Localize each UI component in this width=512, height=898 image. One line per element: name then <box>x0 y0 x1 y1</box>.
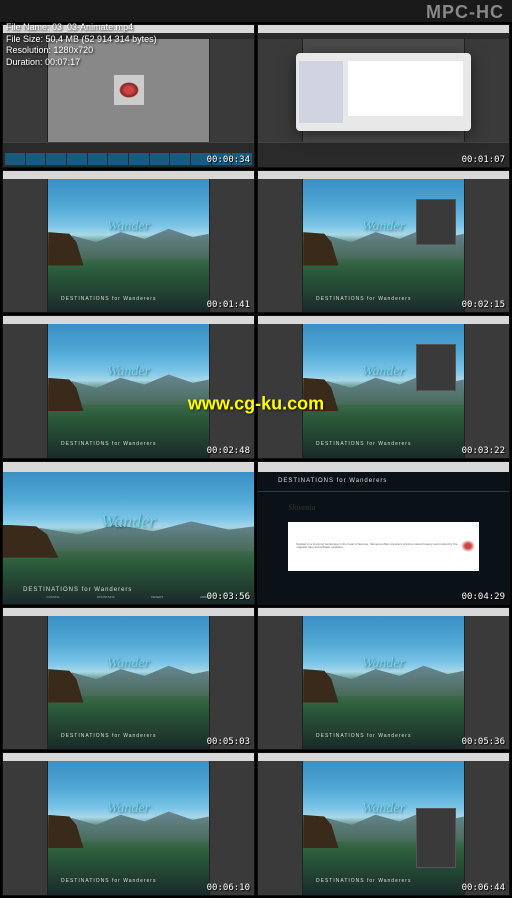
hero-title: Wander <box>101 511 156 532</box>
timestamp: 00:01:41 <box>207 300 250 310</box>
nav-item: MOUNTAINS <box>97 595 115 601</box>
browser-toolbar <box>258 462 509 472</box>
filename-value: 03_03-Animate.mp4 <box>52 22 133 32</box>
player-logo: MPC-HC <box>426 2 504 23</box>
thumbnail-7[interactable]: Wander DESTINATIONS for Wanderers COASTA… <box>2 461 255 605</box>
timestamp: 00:02:48 <box>207 446 250 456</box>
resolution-value: 1280x720 <box>54 45 94 55</box>
destinations-label: DESTINATIONS for Wanderers <box>23 587 132 593</box>
file-info-overlay: File Name: 03_03-Animate.mp4 File Size: … <box>6 22 157 69</box>
destinations-label: DESTINATIONS for Wanderers <box>61 878 156 884</box>
thumbnail-5[interactable]: Wander DESTINATIONS for Wanderers 00:02:… <box>2 315 255 459</box>
hero-title: Wander <box>107 801 150 817</box>
filename-label: File Name: <box>6 22 50 32</box>
filesize-value: 50,4 MB (52 914 314 bytes) <box>46 34 157 44</box>
butterfly-icon <box>119 82 139 98</box>
hero-title: Wander <box>107 219 150 235</box>
hero-title: Wander <box>362 364 405 380</box>
destinations-label: DESTINATIONS for Wanderers <box>61 296 156 302</box>
hero-title: Wander <box>107 656 150 672</box>
resolution-label: Resolution: <box>6 45 51 55</box>
hero-title: Wander <box>362 801 405 817</box>
thumbnail-2[interactable]: 00:01:07 <box>257 24 510 168</box>
destinations-label: DESTINATIONS for Wanderers <box>316 441 411 447</box>
filesize-label: File Size: <box>6 34 43 44</box>
thumbnail-8[interactable]: DESTINATIONS for Wanderers Slovenia Nest… <box>257 461 510 605</box>
thumbnail-12[interactable]: Wander DESTINATIONS for Wanderers 00:06:… <box>257 752 510 896</box>
hero-title: Wander <box>362 656 405 672</box>
timestamp: 00:00:34 <box>207 155 250 165</box>
properties-panel <box>416 808 456 868</box>
slovenia-heading: Slovenia <box>288 503 316 512</box>
thumbnail-9[interactable]: Wander DESTINATIONS for Wanderers 00:05:… <box>2 607 255 751</box>
butterfly-icon <box>461 540 475 552</box>
destinations-label: DESTINATIONS for Wanderers <box>316 296 411 302</box>
timestamp: 00:04:29 <box>462 592 505 602</box>
timestamp: 00:06:10 <box>207 883 250 893</box>
timestamp: 00:03:22 <box>462 446 505 456</box>
destinations-title: DESTINATIONS for Wanderers <box>278 478 387 484</box>
thumbnail-grid: 00:00:34 00:01:07 <box>0 22 512 898</box>
timestamp: 00:05:36 <box>462 737 505 747</box>
destinations-label: DESTINATIONS for Wanderers <box>316 878 411 884</box>
browser-toolbar <box>3 462 254 472</box>
timestamp: 00:05:03 <box>207 737 250 747</box>
destinations-label: DESTINATIONS for Wanderers <box>61 441 156 447</box>
destinations-label: DESTINATIONS for Wanderers <box>316 733 411 739</box>
properties-panel <box>416 344 456 391</box>
thumbnail-3[interactable]: Wander DESTINATIONS for Wanderers 00:01:… <box>2 170 255 314</box>
nav-item: DESERT <box>151 595 163 601</box>
duration-value: 00:07:17 <box>45 57 80 67</box>
nav-item: COASTAL <box>46 595 60 601</box>
dialog-sidebar <box>299 61 343 123</box>
destinations-label: DESTINATIONS for Wanderers <box>61 733 156 739</box>
save-dialog <box>296 53 472 131</box>
slovenia-content: Nestled in a stunning landscape in the h… <box>288 522 479 572</box>
right-panel <box>209 39 254 142</box>
thumbnail-4[interactable]: Wander DESTINATIONS for Wanderers 00:02:… <box>257 170 510 314</box>
timestamp: 00:06:44 <box>462 883 505 893</box>
properties-panel <box>416 199 456 246</box>
timestamp: 00:02:15 <box>462 300 505 310</box>
thumbnail-10[interactable]: Wander DESTINATIONS for Wanderers 00:05:… <box>257 607 510 751</box>
duration-label: Duration: <box>6 57 43 67</box>
slovenia-text: Nestled in a stunning landscape in the h… <box>292 543 461 550</box>
timestamp: 00:01:07 <box>462 155 505 165</box>
thumbnail-6[interactable]: Wander DESTINATIONS for Wanderers 00:03:… <box>257 315 510 459</box>
dialog-file-area <box>348 61 462 116</box>
timestamp: 00:03:56 <box>207 592 250 602</box>
hero-title: Wander <box>107 364 150 380</box>
thumbnail-11[interactable]: Wander DESTINATIONS for Wanderers 00:06:… <box>2 752 255 896</box>
hero-title: Wander <box>362 219 405 235</box>
